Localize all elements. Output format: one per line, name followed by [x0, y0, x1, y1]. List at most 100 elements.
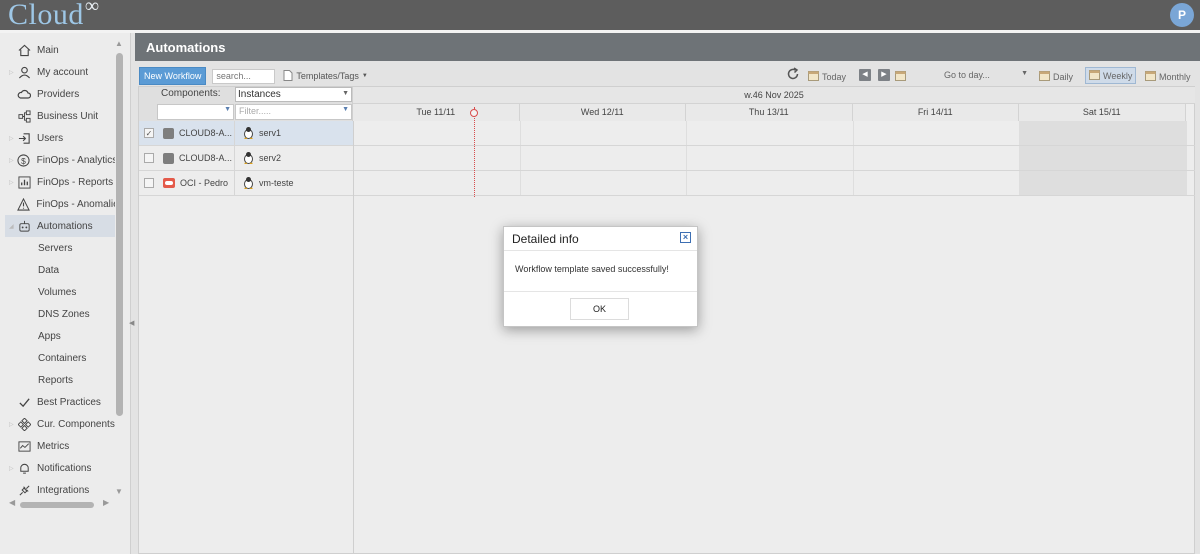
svg-text:$: $	[21, 155, 26, 165]
dialog-title: Detailed info	[512, 232, 579, 246]
caret-down-icon: ▼	[361, 73, 368, 79]
page-title: Automations	[135, 33, 1200, 61]
go-to-day-dropdown[interactable]: Go to day... ▼	[944, 70, 1028, 80]
metrics-icon	[17, 439, 31, 453]
aws-icon	[163, 127, 174, 139]
sidebar-subitem-containers[interactable]: Containers	[5, 347, 115, 369]
sidebar-item-automations[interactable]: ◢ Automations	[5, 215, 115, 237]
row-checkbox[interactable]	[144, 178, 154, 188]
sidebar-item-metrics[interactable]: Metrics	[5, 435, 115, 457]
day-header: Fri 14/11	[852, 104, 1019, 121]
sidebar-item-providers[interactable]: Providers	[5, 83, 115, 105]
sidebar-subitem-volumes[interactable]: Volumes	[5, 281, 115, 303]
prev-period-button[interactable]: ◀	[859, 69, 871, 81]
document-icon	[283, 69, 293, 83]
user-avatar[interactable]: P	[1170, 3, 1194, 27]
search-input[interactable]	[212, 68, 276, 84]
components-filter[interactable]: ▼	[157, 104, 234, 120]
sidebar-item-cur-components[interactable]: ▷ Cur. Components	[5, 413, 115, 435]
refresh-button[interactable]	[786, 67, 800, 83]
table-row[interactable]: OCI - Pedro vm-teste	[139, 171, 353, 196]
day-header: Wed 12/11	[519, 104, 686, 121]
today-button[interactable]: Today	[808, 70, 846, 83]
pick-date-button[interactable]	[895, 70, 906, 83]
table-row[interactable]: ✓ CLOUD8-A... serv1	[139, 121, 353, 146]
robot-icon	[17, 219, 31, 233]
refresh-icon	[786, 67, 800, 83]
sidebar-subitem-servers[interactable]: Servers	[5, 237, 115, 259]
row-checkbox[interactable]: ✓	[144, 128, 154, 138]
current-time-marker	[470, 109, 478, 117]
caret-down-icon: ▼	[342, 106, 349, 113]
calendar-icon	[1145, 70, 1156, 83]
caret-down-icon: ▼	[342, 90, 349, 97]
home-icon	[17, 43, 31, 57]
instance-rows: ✓ CLOUD8-A... serv1 CLOUD8-A... serv2 OC…	[139, 121, 353, 196]
linux-icon	[243, 126, 254, 141]
sidebar-vertical-scrollbar[interactable]	[116, 53, 123, 416]
sidebar-item-finops-analytics[interactable]: ▷ $ FinOps - Analytics	[5, 149, 115, 171]
plug-icon	[17, 483, 31, 497]
sidebar-item-finops-anomalie[interactable]: FinOps - Anomalie	[5, 193, 115, 215]
sidebar-item-my-account[interactable]: ▷ My account	[5, 61, 115, 83]
sidebar-item-best-practices[interactable]: Best Practices	[5, 391, 115, 413]
sidebar-item-main[interactable]: Main	[5, 39, 115, 61]
bell-icon	[17, 461, 31, 475]
app-logo[interactable]: Cloud∞	[8, 0, 100, 32]
linux-icon	[243, 176, 254, 191]
calendar-icon	[1039, 70, 1050, 83]
instances-select[interactable]: Instances ▼	[235, 87, 352, 102]
sidebar-subitem-reports[interactable]: Reports	[5, 369, 115, 391]
day-header: Sat 15/11	[1019, 104, 1186, 121]
oci-icon	[163, 178, 175, 188]
top-bar: Cloud∞ P	[0, 0, 1200, 32]
report-icon	[17, 175, 31, 189]
table-row[interactable]: CLOUD8-A... serv2	[139, 146, 353, 171]
new-workflow-button[interactable]: New Workflow	[139, 67, 207, 85]
sidebar-subitem-apps[interactable]: Apps	[5, 325, 115, 347]
next-period-button[interactable]: ▶	[878, 69, 890, 81]
user-icon	[17, 65, 31, 79]
check-icon	[17, 395, 31, 409]
caret-down-icon: ▼	[224, 106, 231, 113]
scroll-down-arrow[interactable]: ▼	[115, 487, 123, 496]
toolbar: New Workflow Templates/Tags ▼ Today ◀ ▶ …	[138, 66, 1194, 86]
dollar-icon: $	[17, 153, 31, 167]
day-header: Tue 11/11	[353, 104, 520, 121]
business-unit-icon	[17, 109, 31, 123]
detailed-info-dialog: Detailed info × Workflow template saved …	[503, 226, 698, 327]
scroll-up-arrow[interactable]: ▲	[115, 39, 123, 48]
infinity-icon: ∞	[84, 0, 100, 17]
sidebar: Main ▷ My account Providers Business Uni…	[0, 33, 134, 554]
components-label: Components:	[161, 88, 221, 99]
weekly-view-button[interactable]: Weekly	[1085, 67, 1137, 84]
current-time-line	[474, 107, 475, 197]
daily-view-button[interactable]: Daily	[1039, 70, 1073, 83]
calendar-icon	[1089, 69, 1100, 82]
dialog-message: Workflow template saved successfully!	[504, 251, 697, 292]
sidebar-item-finops-reports[interactable]: ▷ FinOps - Reports	[5, 171, 115, 193]
row-checkbox[interactable]	[144, 153, 154, 163]
instances-filter-input[interactable]: Filter..... ▼	[235, 104, 352, 120]
sidebar-subitem-dns-zones[interactable]: DNS Zones	[5, 303, 115, 325]
calendar-body	[354, 121, 1195, 196]
sidebar-item-users[interactable]: ▷ Users	[5, 127, 115, 149]
day-header: Thu 13/11	[686, 104, 853, 121]
sidebar-item-business-unit[interactable]: Business Unit	[5, 105, 115, 127]
scroll-left-arrow[interactable]: ◀	[9, 498, 15, 507]
collapse-sidebar-icon[interactable]: ◀	[129, 319, 134, 327]
close-icon[interactable]: ×	[680, 232, 691, 243]
linux-icon	[243, 151, 254, 166]
sidebar-subitem-data[interactable]: Data	[5, 259, 115, 281]
cloud-icon	[17, 87, 31, 101]
monthly-view-button[interactable]: Monthly	[1145, 70, 1191, 83]
templates-tags-dropdown[interactable]: Templates/Tags ▼	[283, 69, 368, 83]
sidebar-item-integrations[interactable]: Integrations	[5, 479, 115, 501]
scroll-right-arrow[interactable]: ▶	[103, 498, 109, 507]
warning-icon	[17, 197, 31, 211]
components-icon	[17, 417, 31, 431]
sidebar-horizontal-scrollbar[interactable]	[20, 502, 94, 508]
ok-button[interactable]: OK	[570, 298, 629, 320]
sidebar-item-notifications[interactable]: ▷ Notifications	[5, 457, 115, 479]
calendar-header: w.46 Nov 2025 Tue 11/11 Wed 12/11 Thu 13…	[353, 87, 1195, 121]
